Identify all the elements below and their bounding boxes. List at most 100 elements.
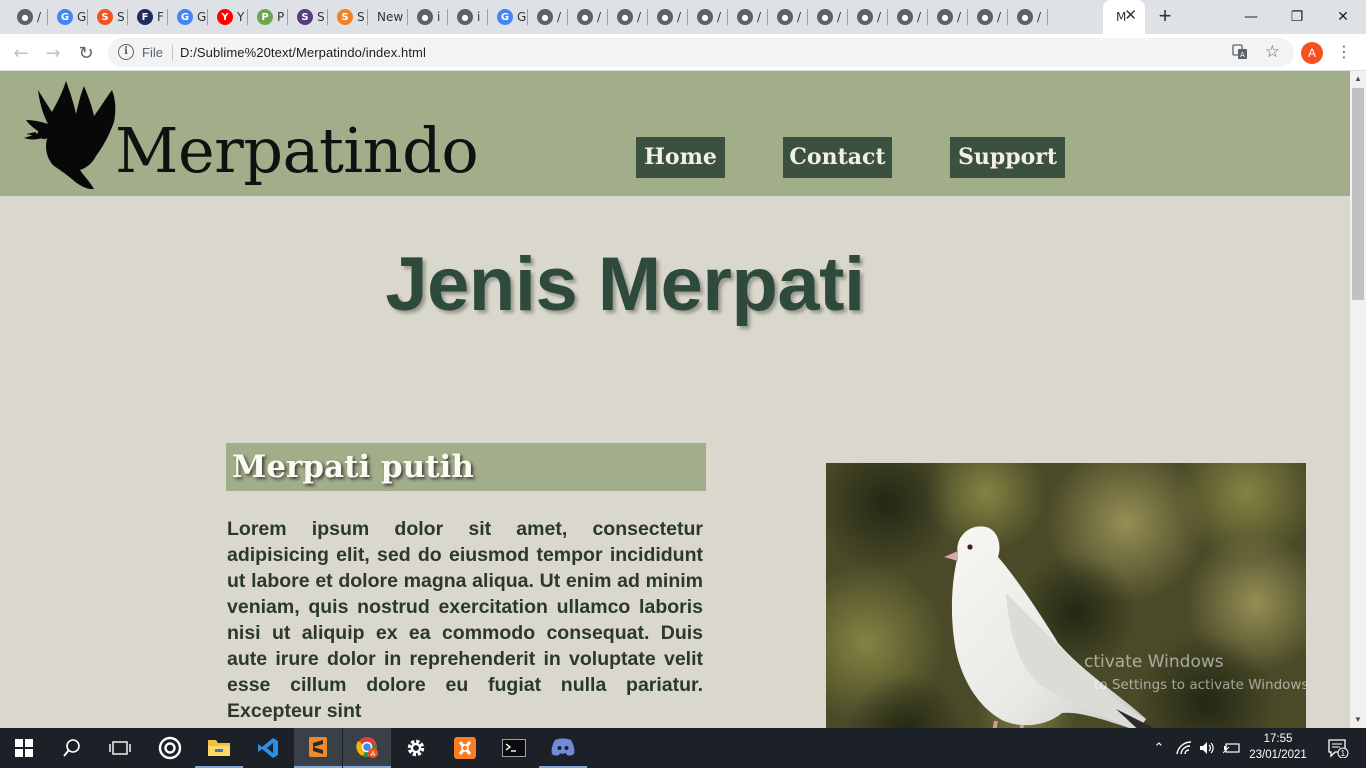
tab-separator — [567, 9, 568, 25]
translate-icon[interactable]: A — [1232, 44, 1248, 60]
scroll-down-icon[interactable]: ▼ — [1350, 712, 1366, 728]
tab-13[interactable]: ● / — [528, 0, 568, 34]
google-icon: G — [497, 9, 513, 25]
tab-17[interactable]: ● / — [688, 0, 728, 34]
tab-11[interactable]: ● i — [448, 0, 488, 34]
restore-button[interactable]: ❐ — [1274, 0, 1320, 34]
px-icon: P — [257, 9, 273, 25]
tab-2[interactable]: SS — [88, 0, 128, 34]
tab-label: P — [277, 10, 285, 24]
vscode-icon[interactable] — [244, 728, 292, 768]
info-icon[interactable]: i — [118, 44, 134, 60]
tab-21[interactable]: ● / — [848, 0, 888, 34]
tab-label: Y — [237, 10, 245, 24]
tab-12[interactable]: GG — [488, 0, 528, 34]
notification-icon[interactable]: 1 — [1318, 728, 1358, 768]
address-bar[interactable]: i File D:/Sublime%20text/Merpatindo/inde… — [108, 38, 1294, 67]
back-button[interactable]: ← — [8, 40, 34, 66]
tab-25[interactable]: ● / — [1008, 0, 1048, 34]
scroll-thumb[interactable] — [1352, 88, 1364, 300]
xampp-icon[interactable] — [441, 728, 489, 768]
volume-icon[interactable] — [1196, 728, 1218, 768]
notification-count: 1 — [1341, 749, 1346, 758]
tab-15[interactable]: ● / — [608, 0, 648, 34]
reload-button[interactable]: ↻ — [73, 40, 99, 66]
tab-24[interactable]: ● / — [968, 0, 1008, 34]
tab-label: / — [597, 10, 602, 24]
svg-text:A: A — [371, 751, 376, 758]
tab-8[interactable]: SS — [328, 0, 368, 34]
google-icon: G — [57, 9, 73, 25]
divider — [172, 45, 173, 61]
clock[interactable]: 17:55 23/01/2021 — [1248, 731, 1308, 763]
tab-label: S — [117, 10, 125, 24]
url-text[interactable]: D:/Sublime%20text/Merpatindo/index.html — [180, 45, 426, 60]
nav-contact[interactable]: Contact — [783, 137, 892, 178]
tab-16[interactable]: ● / — [648, 0, 688, 34]
profile-avatar[interactable]: A — [1301, 42, 1323, 64]
tab-14[interactable]: ● / — [568, 0, 608, 34]
tab-label: / — [837, 10, 842, 24]
forward-button[interactable]: → — [40, 40, 66, 66]
close-icon[interactable]: ✕ — [1124, 8, 1137, 24]
globe-icon: ● — [1017, 9, 1033, 25]
tab-active[interactable]: M ✕ — [1103, 0, 1145, 34]
tab-separator — [127, 9, 128, 25]
search-icon[interactable] — [48, 728, 96, 768]
tab-10[interactable]: ● i — [408, 0, 448, 34]
star-icon[interactable]: ☆ — [1265, 42, 1280, 62]
tab-23[interactable]: ● / — [928, 0, 968, 34]
tray-chevron-icon[interactable]: ⌃ — [1148, 728, 1170, 768]
wifi-icon[interactable] — [1172, 728, 1196, 768]
globe-icon: ● — [977, 9, 993, 25]
start-button[interactable] — [0, 728, 48, 768]
tab-label: G — [77, 10, 87, 24]
tab-label: New — [377, 10, 403, 24]
tab-5[interactable]: YY — [208, 0, 248, 34]
scroll-up-icon[interactable]: ▲ — [1350, 71, 1366, 87]
discord-icon[interactable] — [539, 728, 587, 768]
new-tab-button[interactable]: + — [1153, 5, 1177, 29]
file-explorer-icon[interactable] — [195, 728, 243, 768]
tab-separator — [767, 9, 768, 25]
nav-support[interactable]: Support — [950, 137, 1065, 178]
tab-label: F — [157, 10, 164, 24]
close-window-button[interactable]: ✕ — [1320, 0, 1366, 34]
page-scrollbar[interactable]: ▲ ▼ — [1350, 71, 1366, 728]
windows-taskbar: A ⌃ 17:55 23/01/2021 1 — [0, 728, 1366, 768]
tab-19[interactable]: ● / — [768, 0, 808, 34]
nav-home[interactable]: Home — [636, 137, 725, 178]
tab-separator — [1007, 9, 1008, 25]
tab-0[interactable]: ● / — [8, 0, 48, 34]
terminal-icon[interactable] — [490, 728, 538, 768]
minimize-button[interactable]: — — [1228, 0, 1274, 34]
sublime-text-icon[interactable] — [294, 728, 342, 768]
tab-label: G — [517, 10, 527, 24]
tab-7[interactable]: SS — [288, 0, 328, 34]
globe-icon: ● — [657, 9, 673, 25]
chrome-icon[interactable]: A — [343, 728, 391, 768]
tab-9[interactable]: New — [368, 0, 408, 34]
tab-6[interactable]: PP — [248, 0, 288, 34]
tab-separator — [47, 9, 48, 25]
tab-20[interactable]: ● / — [808, 0, 848, 34]
tab-22[interactable]: ● / — [888, 0, 928, 34]
tab-separator — [207, 9, 208, 25]
menu-icon[interactable]: ⋮ — [1336, 42, 1352, 62]
tab-1[interactable]: GG — [48, 0, 88, 34]
settings-gear-icon[interactable] — [392, 728, 440, 768]
cortana-ring-icon[interactable] — [146, 728, 194, 768]
section-header: Merpati putih — [226, 443, 706, 491]
tab-18[interactable]: ● / — [728, 0, 768, 34]
tab-3[interactable]: FF — [128, 0, 168, 34]
tab-separator — [607, 9, 608, 25]
task-view-icon[interactable] — [96, 728, 144, 768]
tab-label: / — [957, 10, 962, 24]
globe-icon: ● — [617, 9, 633, 25]
tab-separator — [847, 9, 848, 25]
tab-4[interactable]: GG — [168, 0, 208, 34]
tab-separator — [407, 9, 408, 25]
flower-icon: S — [97, 9, 113, 25]
battery-icon[interactable] — [1220, 728, 1244, 768]
watermark-subtitle: to Settings to activate Windows — [1094, 677, 1306, 693]
